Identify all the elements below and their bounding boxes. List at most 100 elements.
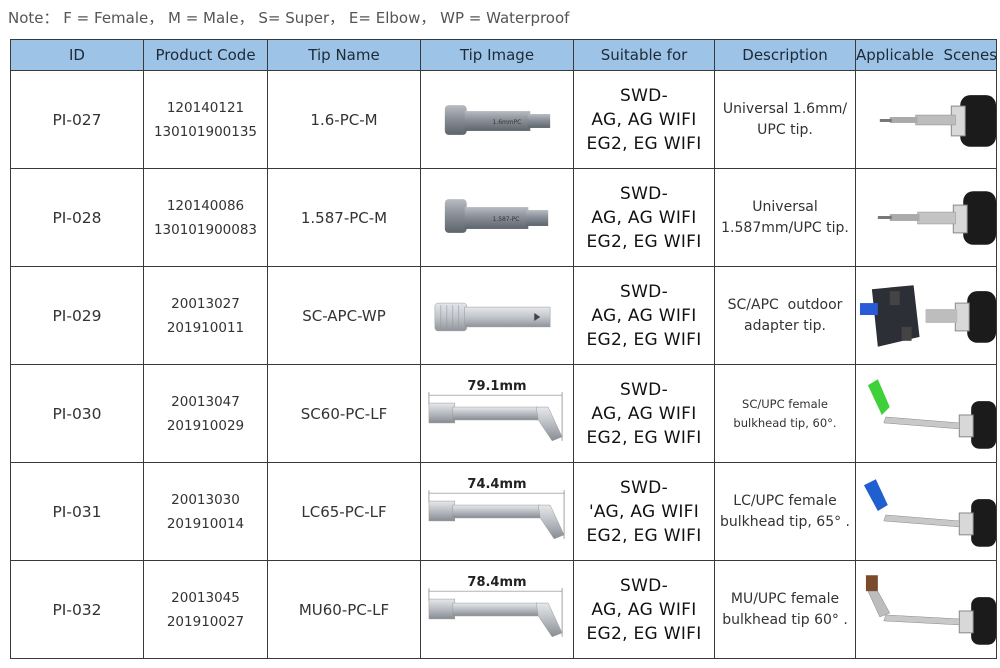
scene-image [857,464,996,560]
product-table: ID Product Code Tip Name Tip Image Suita… [10,39,997,659]
cell-scene [855,560,997,659]
desc-line-2: adapter tip. [744,317,826,334]
cell-tip-name: LC65-PC-LF [267,462,421,561]
cell-id: PI-029 [10,266,144,365]
tip-image: 74.4mm [422,464,573,560]
cell-description: LC/UPC female bulkhead tip, 65° . [714,462,856,561]
suitable-line-1: SWD- [619,477,669,498]
suitable-line-3: EG2, EG WIFI [586,231,702,252]
suitable-line-3: EG2, EG WIFI [586,623,702,644]
desc-line-1: MU/UPC female [730,590,840,607]
cell-product-code: 120140086 130101900083 [143,168,268,267]
cell-product-code: 20013045 201910027 [143,560,268,659]
desc-line-2: 1.587mm/UPC tip. [721,219,849,236]
cell-product-code: 20013030 201910014 [143,462,268,561]
cell-product-code: 20013027 201910011 [143,266,268,365]
product-code-2: 201910029 [166,417,245,434]
product-code-1: 20013047 [171,393,240,410]
cell-description: Universal 1.6mm/UPC tip. [714,70,856,169]
header-applicable-scenes: Applicable Scenes [855,39,997,71]
cell-suitable-for: SWD- AG, AG WIFI EG2, EG WIFI [573,560,715,659]
header-tip-image: Tip Image [420,39,574,71]
cell-tip-name: 1.6-PC-M [267,70,421,169]
cell-suitable-for: SWD- AG, AG WIFI EG2, EG WIFI [573,168,715,267]
suitable-line-3: EG2, EG WIFI [586,133,702,154]
tip-image: 78.4mm [422,562,573,658]
desc-line-1: SC/UPC female [742,396,828,411]
product-code-1: 120140121 [166,99,245,116]
table-row: PI-029 20013027 201910011 SC-APC-WP SWD-… [10,266,997,365]
cell-id: PI-030 [10,364,144,463]
product-code-2: 201910011 [166,319,245,336]
table-note: Note： F = Female， M = Male， S= Super， E=… [8,9,570,27]
cell-tip-name: SC60-PC-LF [267,364,421,463]
product-code-1: 20013030 [171,491,240,508]
cell-tip-image: 78.4mm [420,560,574,659]
product-code-1: 20013045 [171,589,240,606]
cell-tip-image: 79.1mm [420,364,574,463]
cell-tip-image: 1.6mmPC [420,70,574,169]
header-description: Description [714,39,856,71]
cell-product-code: 20013047 201910029 [143,364,268,463]
desc-line-1: Universal [752,198,818,215]
tip-dimension: 79.1mm [467,379,527,394]
desc-line-1: SC/APC outdoor [727,296,843,313]
cell-tip-image: 1.587-PC [420,168,574,267]
tip-image [422,268,573,364]
desc-line-2: bulkhead tip, 65° . [719,513,851,530]
table-row: PI-028 120140086 130101900083 1.587-PC-M … [10,168,997,267]
cell-description: MU/UPC female bulkhead tip 60° . [714,560,856,659]
header-suitable-for: Suitable for [573,39,715,71]
table-row: PI-032 20013045 201910027 MU60-PC-LF 78.4… [10,560,997,659]
cell-suitable-for: SWD- AG, AG WIFI EG2, EG WIFI [573,70,715,169]
tip-image-text: 1.587-PC [493,216,520,223]
table-row: PI-031 20013030 201910014 LC65-PC-LF 74.4… [10,462,997,561]
suitable-line-1: SWD- [619,379,669,400]
cell-suitable-for: SWD- 'AG, AG WIFI EG2, EG WIFI [573,462,715,561]
cell-scene [855,266,997,365]
cell-description: SC/APC outdoor adapter tip. [714,266,856,365]
desc-line-2: bulkhead tip 60° . [722,611,848,628]
suitable-line-2: AG, AG WIFI [591,403,697,424]
header-row: ID Product Code Tip Name Tip Image Suita… [10,39,997,71]
header-id: ID [10,39,144,71]
cell-product-code: 120140121 130101900135 [143,70,268,169]
cell-tip-name: 1.587-PC-M [267,168,421,267]
desc-line-1: LC/UPC female [733,492,837,509]
scene-image [857,170,996,266]
tip-dimension: 78.4mm [467,575,527,590]
suitable-line-3: EG2, EG WIFI [586,525,702,546]
tip-image: 79.1mm [422,366,573,462]
product-code-2: 201910014 [166,515,245,532]
desc-line-1: Universal 1.6mm/ [722,100,848,117]
product-code-1: 120140086 [166,197,245,214]
scene-image [857,268,996,364]
cell-id: PI-032 [10,560,144,659]
cell-tip-name: MU60-PC-LF [267,560,421,659]
suitable-line-2: AG, AG WIFI [591,109,697,130]
header-product-code: Product Code [143,39,268,71]
cell-description: SC/UPC female bulkhead tip, 60°. [714,364,856,463]
scene-image [857,366,996,462]
suitable-line-1: SWD- [619,85,669,106]
cell-id: PI-027 [10,70,144,169]
cell-suitable-for: SWD- AG, AG WIFI EG2, EG WIFI [573,364,715,463]
tip-image: 1.6mmPC [422,72,573,168]
product-code-1: 20013027 [171,295,240,312]
cell-scene [855,70,997,169]
product-code-2: 201910027 [166,613,245,630]
product-code-2: 130101900083 [153,221,258,238]
suitable-line-2: 'AG, AG WIFI [588,501,700,522]
tip-image-text: 1.6mmPC [493,119,522,126]
suitable-line-3: EG2, EG WIFI [586,329,702,350]
product-code-2: 130101900135 [153,123,258,140]
header-tip-name: Tip Name [267,39,421,71]
tip-image: 1.587-PC [422,170,573,266]
suitable-line-1: SWD- [619,281,669,302]
desc-line-2: bulkhead tip, 60°. [733,415,837,430]
cell-tip-image [420,266,574,365]
scene-image [857,562,996,658]
suitable-line-1: SWD- [619,575,669,596]
table-row: PI-027 120140121 130101900135 1.6-PC-M 1.… [10,70,997,169]
cell-scene [855,364,997,463]
